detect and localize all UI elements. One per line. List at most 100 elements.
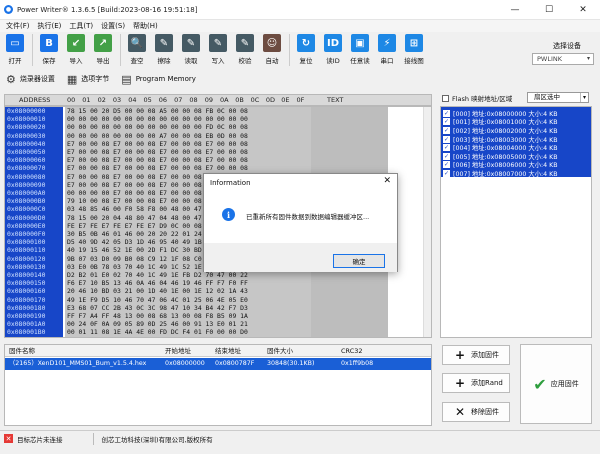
toolbar-button-5[interactable]: ✎ 擦除 [151,34,177,68]
start-address-cell: 0x08000000 [165,360,205,367]
toolbar-button-10[interactable]: ↻ 复位 [293,34,319,68]
sector-checkbox[interactable] [443,144,450,152]
copyright-text: 创芯工坊科技(深圳)有限公司,版权所有 [101,435,213,444]
sector-checkbox[interactable] [443,135,450,143]
hex-scrollbar[interactable] [423,107,431,337]
col-firmware-name[interactable]: 固件名称 [9,345,35,357]
bytes-icon: ▦ [66,72,78,86]
toolbar-button-6[interactable]: ✎ 读取 [178,34,204,68]
sector-item[interactable]: [000] 地址:0x08000000 大小:4 KB [443,109,558,118]
menu-help[interactable]: 帮助(H) [133,21,158,31]
app-logo-icon: ● [4,5,13,14]
open-icon: ▭ [6,34,24,52]
reset-icon: ↻ [297,34,315,52]
end-address-cell: 0x0800787F [215,360,255,367]
toolbar-separator [120,34,121,66]
info-icon: i [222,208,235,221]
maximize-button[interactable]: ☐ [532,0,566,20]
wiring-diagram-icon: ⊞ [405,34,423,52]
flash-map-checkbox[interactable]: Flash 映射地址/区域 [442,93,512,103]
col-end-address[interactable]: 结束地址 [215,345,241,357]
toolbar-button-12[interactable]: ▣ 任意读 [347,34,373,68]
hex-column-header: 0E [281,96,290,104]
toolbar-label: 校验 [238,57,252,65]
toolbar-label: 读取 [184,57,198,65]
programmer-settings-button[interactable]: ⚙ 烧录器设置 [6,73,55,86]
firmware-size-cell: 30848(30.1KB) [267,360,315,367]
col-firmware-size[interactable]: 固件大小 [267,345,293,357]
hex-column-header: 02 [97,96,106,104]
connection-status: 目标芯片未连接 [17,435,63,444]
menu-bar: 文件(F) 执行(E) 工具(T) 设置(S) 帮助(H) [0,20,600,32]
device-label: 选择设备 [553,42,581,50]
sector-item[interactable]: [005] 地址:0x08005000 大小:4 KB [443,152,558,161]
sector-list: [000] 地址:0x08000000 大小:4 KB[001] 地址:0x08… [440,106,592,338]
sector-item[interactable]: [001] 地址:0x08001000 大小:4 KB [443,118,558,126]
plus-icon: + [454,376,466,390]
dialog-close-button[interactable]: ✕ [383,176,391,186]
sector-item[interactable]: [002] 地址:0x08002000 大小:4 KB [443,126,558,135]
toolbar-button-11[interactable]: ID 读ID [320,34,346,68]
memory-icon: ▤ [121,72,132,86]
hex-column-header: 09 [204,96,213,104]
toolbar-label: 自动 [265,57,279,65]
toolbar-button-2[interactable]: ↙ 导入 [63,34,89,68]
menu-execute[interactable]: 执行(E) [38,21,62,31]
menu-settings[interactable]: 设置(S) [101,21,125,31]
table-row[interactable]: （2165）XenD101_MMS01_Bum_v1.5.4.hex 0x080… [5,358,431,370]
remove-firmware-button[interactable]: ✕ 移除固件 [442,402,510,422]
sector-item[interactable]: [007] 地址:0x08007000 大小:4 KB [443,169,558,178]
toolbar-label: 查空 [130,57,144,65]
sector-checkbox[interactable] [443,126,450,134]
add-firmware-button[interactable]: + 添加固件 [442,345,510,365]
col-crc32[interactable]: CRC32 [341,345,363,357]
device-select[interactable]: PWLINK ▾ [532,53,594,65]
close-window-button[interactable]: ✕ [566,0,600,20]
toolbar-label: 导出 [96,57,110,65]
toolbar-button-8[interactable]: ✎ 校验 [232,34,258,68]
export-icon: ↗ [94,34,112,52]
sector-checkbox[interactable] [443,169,450,177]
toolbar-button-14[interactable]: ⊞ 接线图 [401,34,427,68]
menu-file[interactable]: 文件(F) [6,21,30,31]
toolbar-button-0[interactable]: ▭ 打开 [2,34,28,68]
toolbar-button-13[interactable]: ⚡ 串口 [374,34,400,68]
toolbar-button-3[interactable]: ↗ 导出 [90,34,116,68]
sector-item[interactable]: [004] 地址:0x08004000 大小:4 KB [443,143,558,152]
serial-port-icon: ⚡ [378,34,396,52]
status-bar: ✕ 目标芯片未连接 创芯工坊科技(深圳)有限公司,版权所有 [0,430,600,446]
toolbar-button-7[interactable]: ✎ 写入 [205,34,231,68]
chevron-down-icon: ▾ [586,55,590,62]
ok-button[interactable]: 确定 [333,254,385,268]
option-bytes-button[interactable]: ▦ 选项字节 [67,73,109,86]
apply-firmware-button[interactable]: ✔ 应用固件 [520,344,592,424]
region-select[interactable]: 扇区选中 ▾ [527,92,589,103]
remove-firmware-label: 移除固件 [471,408,499,416]
hex-bytes[interactable]: 00 01 11 08 1E 4A 4E 00 FD DC F4 01 F0 0… [67,328,248,337]
minimize-button[interactable]: — [498,0,532,20]
toolbar-label: 导入 [69,57,83,65]
sector-checkbox[interactable] [443,161,450,169]
erase-icon: ✎ [155,34,173,52]
add-rand-button[interactable]: + 添加Rand [442,373,510,393]
hex-column-header: 07 [174,96,183,104]
chevron-down-icon: ▾ [579,93,586,102]
sector-checkbox[interactable] [443,118,450,126]
title-bar: ● Power Writer® 1.3.6.5 [Build:2023-08-1… [0,0,600,20]
col-start-address[interactable]: 开始地址 [165,345,191,357]
sector-item[interactable]: [003] 地址:0x08003000 大小:4 KB [443,135,558,144]
toolbar-button-9[interactable]: ☺ 自动 [259,34,285,68]
auto-robot-icon: ☺ [263,34,281,52]
program-memory-tab[interactable]: ▤ Program Memory [121,73,196,86]
save-icon: B [40,34,58,52]
window-title: Power Writer® 1.3.6.5 [Build:2023-08-16 … [17,5,198,14]
toolbar-button-4[interactable]: 🔍 查空 [124,34,150,68]
flash-map-checkbox-box [442,94,449,102]
sector-checkbox[interactable] [443,109,450,117]
checkmark-icon: ✔ [533,374,547,394]
toolbar-button-1[interactable]: B 保存 [36,34,62,68]
hex-column-header: 0D [265,96,276,104]
sector-item[interactable]: [006] 地址:0x08006000 大小:4 KB [443,161,558,169]
sector-checkbox[interactable] [443,152,450,160]
menu-tools[interactable]: 工具(T) [69,21,93,31]
